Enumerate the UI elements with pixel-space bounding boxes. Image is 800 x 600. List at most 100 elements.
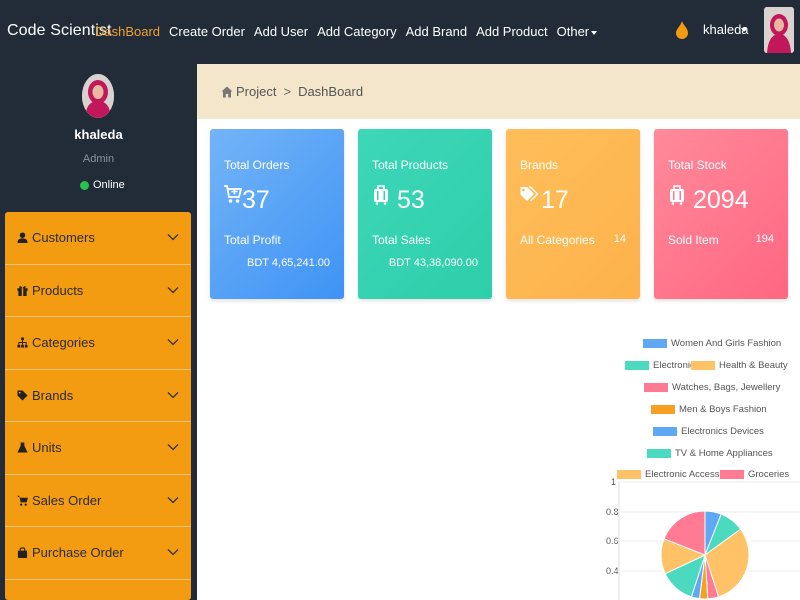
legend-swatch: [647, 449, 671, 458]
card-sub-label: Total Sales: [372, 233, 431, 247]
breadcrumb-current: DashBoard: [298, 84, 364, 99]
sidebar-item-brands[interactable]: Brands: [5, 370, 191, 422]
card-title: Brands: [520, 158, 559, 172]
legend-item[interactable]: Women And Girls Fashion: [643, 338, 781, 349]
breadcrumb: Project > DashBoard: [197, 64, 800, 119]
sidebar-item-partial[interactable]: [5, 580, 191, 600]
main-nav: DashBoard Create Order Add User Add Cate…: [95, 24, 606, 39]
nav-other-dropdown[interactable]: Other: [557, 24, 598, 39]
nav-add-category[interactable]: Add Category: [317, 24, 397, 39]
online-dot-icon: [80, 180, 89, 190]
card-title: Total Orders: [224, 158, 290, 172]
sidebar-item-label: Units: [32, 440, 62, 456]
legend-item[interactable]: Men & Boys Fashion: [651, 404, 767, 415]
nav-create-order[interactable]: Create Order: [169, 24, 245, 39]
legend-label: TV & Home Appliances: [675, 448, 773, 459]
card-sub-value: 194: [755, 233, 774, 245]
chevron-down-icon[interactable]: [167, 389, 179, 401]
legend-label: Men & Boys Fashion: [679, 404, 767, 415]
legend-swatch: [644, 383, 668, 392]
top-navbar: Code Scientist DashBoard Create Order Ad…: [0, 0, 800, 64]
breadcrumb-project[interactable]: Project: [236, 84, 276, 99]
flask-icon: [17, 442, 28, 453]
chevron-down-icon[interactable]: [167, 494, 179, 506]
sitemap-icon: [17, 337, 28, 348]
chevron-down-icon[interactable]: [167, 546, 179, 558]
card-value: 2094: [693, 186, 749, 214]
home-icon: [221, 86, 233, 97]
legend-item[interactable]: TV & Home Appliances: [647, 448, 773, 459]
legend-label: Electronics Devices: [681, 426, 764, 437]
legend-swatch: [691, 361, 715, 370]
sidebar-menu: Customers Products Categories Brands Uni…: [5, 212, 191, 600]
card-value: 17: [541, 186, 569, 214]
legend-swatch: [651, 405, 675, 414]
chevron-down-icon[interactable]: [167, 231, 179, 243]
card-amount: BDT 4,65,241.00: [247, 257, 330, 269]
chevron-down-icon[interactable]: [167, 441, 179, 453]
tag-icon: [17, 390, 28, 401]
brands-card[interactable]: Brands 17 All Categories 14: [506, 129, 640, 299]
sidebar-item-label: Brands: [32, 387, 74, 403]
user-icon: [17, 232, 28, 244]
nav-add-product[interactable]: Add Product: [476, 24, 548, 39]
card-sub-label: All Categories: [520, 233, 595, 247]
sidebar-user-name: khaleda: [74, 127, 123, 142]
card-amount: BDT 43,38,090.00: [388, 257, 478, 269]
legend-swatch: [643, 339, 667, 348]
sidebar-item-label: Purchase Order: [32, 545, 124, 561]
luggage-icon: [374, 185, 388, 205]
legend-label: Watches, Bags, Jewellery: [672, 382, 781, 393]
sidebar-item-products[interactable]: Products: [5, 265, 191, 317]
card-title: Total Stock: [668, 158, 727, 172]
nav-other-label: Other: [556, 24, 590, 39]
sidebar-item-customers[interactable]: Customers: [5, 212, 191, 265]
cart-icon: [17, 495, 28, 506]
pie-chart[interactable]: [597, 474, 800, 600]
card-title: Total Products: [372, 158, 449, 172]
tags-icon: [520, 186, 538, 202]
avatar[interactable]: [764, 7, 794, 53]
card-sub-value: 14: [613, 233, 626, 245]
status-badge: Online: [80, 179, 125, 191]
legend-label: Women And Girls Fashion: [671, 338, 782, 349]
chevron-down-icon[interactable]: [167, 284, 179, 296]
caret-down-icon: [591, 30, 598, 35]
gift-icon: [17, 285, 28, 296]
nav-add-user[interactable]: Add User: [254, 24, 308, 39]
main-content: Project > DashBoard Total Orders 37 Tota…: [197, 64, 800, 600]
legend-item[interactable]: Electronics Devices: [653, 426, 764, 437]
sidebar-item-categories[interactable]: Categories: [5, 317, 191, 370]
status-label: Online: [93, 179, 125, 191]
cart-plus-icon: [224, 185, 242, 203]
card-sub-label: Sold Item: [668, 233, 719, 247]
sidebar-item-sales-order[interactable]: Sales Order: [5, 475, 191, 527]
chevron-down-icon[interactable]: [167, 336, 179, 348]
legend-item[interactable]: Watches, Bags, Jewellery: [644, 382, 780, 393]
nav-dashboard[interactable]: DashBoard: [95, 24, 160, 39]
total-orders-card[interactable]: Total Orders 37 Total Profit BDT 4,65,24…: [210, 129, 344, 299]
nav-add-brand[interactable]: Add Brand: [406, 24, 467, 39]
caret-down-icon[interactable]: [741, 28, 747, 32]
legend-swatch: [653, 427, 677, 436]
sidebar-item-label: Products: [32, 282, 84, 298]
legend-item[interactable]: Electronics: [625, 360, 699, 371]
sidebar-user-role: Admin: [82, 153, 115, 165]
sidebar-item-label: Categories: [32, 335, 95, 351]
total-products-card[interactable]: Total Products 53 Total Sales BDT 43,38,…: [358, 129, 492, 299]
sidebar-item-purchase-order[interactable]: Purchase Order: [5, 527, 191, 580]
sidebar-item-label: Customers: [32, 230, 95, 246]
luggage-icon: [670, 185, 684, 205]
legend-swatch: [625, 361, 649, 370]
card-value: 53: [397, 186, 425, 214]
sidebar-item-units[interactable]: Units: [5, 422, 191, 475]
bag-icon: [17, 547, 28, 559]
breadcrumb-separator: >: [283, 84, 292, 99]
legend-item[interactable]: Health & Beauty: [691, 360, 788, 371]
avatar: [82, 74, 114, 118]
sidebar: khaleda Admin Online Customers Products …: [0, 64, 197, 600]
card-value: 37: [242, 186, 270, 214]
total-stock-card[interactable]: Total Stock 2094 Sold Item 194: [654, 129, 788, 299]
sidebar-item-label: Sales Order: [32, 492, 102, 508]
legend-label: Health & Beauty: [719, 360, 788, 371]
